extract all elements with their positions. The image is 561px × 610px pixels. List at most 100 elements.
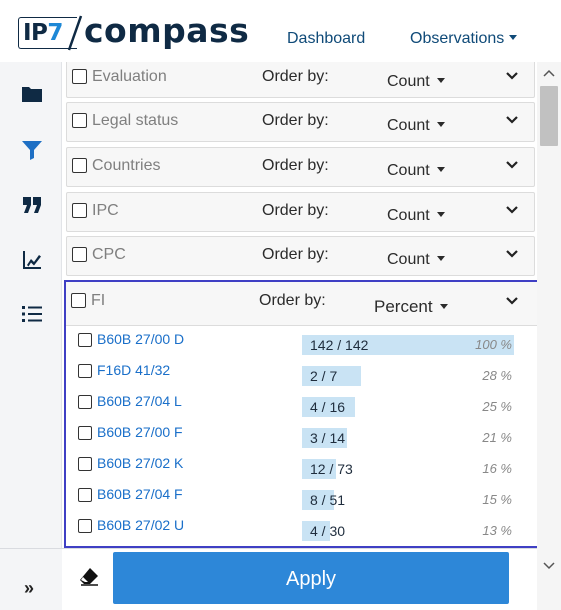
list-icon[interactable] <box>20 302 44 326</box>
sort-select[interactable]: Count <box>387 251 445 269</box>
percent-label: 100 % <box>475 337 512 352</box>
scroll-down-icon[interactable] <box>540 556 558 574</box>
fi-code-link[interactable]: B60B 27/02 U <box>97 517 184 533</box>
count-label: 12 / 73 <box>310 461 353 477</box>
filter-checkbox[interactable] <box>72 203 87 218</box>
chevron-down-icon[interactable] <box>505 294 519 308</box>
filter-fi-expanded: FI Order by: Percent B60B 27/00 D 142 / 1… <box>64 280 546 548</box>
fi-code-link[interactable]: F16D 41/32 <box>97 362 170 378</box>
fi-value-row[interactable]: F16D 41/32 2 / 7 28 % <box>66 359 543 389</box>
filter-legal-status: Legal status Order by: Count <box>66 102 535 142</box>
nav-dashboard-link[interactable]: Dashboard <box>287 30 365 48</box>
order-by-label: Order by: <box>262 112 329 129</box>
order-by-label: Order by: <box>262 157 329 174</box>
caret-down-icon <box>436 256 445 261</box>
caret-down-icon <box>439 304 448 309</box>
filter-name: IPC <box>92 202 119 219</box>
order-by-label: Order by: <box>262 246 329 263</box>
scroll-up-icon[interactable] <box>540 65 558 83</box>
fi-value-row[interactable]: B60B 27/04 F 8 / 51 15 % <box>66 483 543 513</box>
filter-checkbox[interactable] <box>71 293 86 308</box>
filter-checkbox[interactable] <box>72 69 87 84</box>
sort-select[interactable]: Count <box>387 207 445 225</box>
sort-select[interactable]: Count <box>387 73 445 91</box>
order-by-label: Order by: <box>262 202 329 219</box>
left-sidebar <box>0 62 62 610</box>
count-label: 8 / 51 <box>310 492 346 508</box>
folder-icon[interactable] <box>20 82 44 106</box>
sort-select-value: Count <box>387 117 430 134</box>
filter-name: Countries <box>92 157 161 174</box>
logo-slash-icon <box>67 15 83 51</box>
value-checkbox[interactable] <box>78 457 92 471</box>
value-checkbox[interactable] <box>78 488 92 502</box>
filter-icon[interactable] <box>20 138 44 162</box>
filter-countries: Countries Order by: Count <box>66 147 535 187</box>
vertical-scrollbar[interactable] <box>537 62 561 610</box>
percent-label: 16 % <box>482 461 512 476</box>
count-label: 4 / 16 <box>310 399 346 415</box>
nav-observations-dropdown[interactable]: Observations <box>410 30 518 48</box>
caret-down-icon <box>436 212 445 217</box>
quote-icon[interactable] <box>20 193 44 217</box>
count-label: 142 / 142 <box>310 337 369 353</box>
eraser-icon[interactable] <box>78 565 100 587</box>
filter-fi-header: FI Order by: Percent <box>66 282 543 326</box>
chart-edit-icon[interactable] <box>20 248 44 272</box>
double-chevron-right-icon[interactable]: » <box>24 579 34 597</box>
filter-ipc: IPC Order by: Count <box>66 192 535 232</box>
value-checkbox[interactable] <box>78 519 92 533</box>
fi-value-row[interactable]: B60B 27/00 D 142 / 142 100 % <box>66 328 543 358</box>
chevron-down-icon[interactable] <box>505 113 519 127</box>
filter-name: CPC <box>92 246 126 263</box>
sort-select[interactable]: Count <box>387 162 445 180</box>
percent-label: 25 % <box>482 399 512 414</box>
value-checkbox[interactable] <box>78 395 92 409</box>
filter-checkbox[interactable] <box>72 247 87 262</box>
fi-code-link[interactable]: B60B 27/00 D <box>97 331 184 347</box>
value-checkbox[interactable] <box>78 333 92 347</box>
chevron-down-icon[interactable] <box>505 247 519 261</box>
scrollbar-thumb[interactable] <box>540 86 558 146</box>
fi-code-link[interactable]: B60B 27/00 F <box>97 424 183 440</box>
fi-value-row[interactable]: B60B 27/00 F 3 / 14 21 % <box>66 421 543 451</box>
order-by-label: Order by: <box>262 68 329 85</box>
fi-value-row[interactable]: B60B 27/04 L 4 / 16 25 % <box>66 390 543 420</box>
percent-label: 21 % <box>482 430 512 445</box>
fi-value-row[interactable]: B60B 27/02 K 12 / 73 16 % <box>66 452 543 482</box>
chevron-down-icon[interactable] <box>505 158 519 172</box>
count-label: 2 / 7 <box>310 368 338 384</box>
filter-checkbox[interactable] <box>72 158 87 173</box>
caret-down-icon <box>436 167 445 172</box>
filter-checkbox[interactable] <box>72 113 87 128</box>
caret-down-icon <box>509 35 518 40</box>
percent-label: 15 % <box>482 492 512 507</box>
apply-button[interactable]: Apply <box>113 552 509 604</box>
fi-value-row[interactable]: B60B 27/02 U 4 / 30 13 % <box>66 514 543 544</box>
logo-wordmark[interactable]: compass <box>84 11 249 51</box>
filter-name: Legal status <box>92 112 179 129</box>
filter-cpc: CPC Order by: Count <box>66 236 535 276</box>
fi-code-link[interactable]: B60B 27/04 L <box>97 393 182 409</box>
sort-select-value: Count <box>387 73 430 90</box>
fi-code-link[interactable]: B60B 27/04 F <box>97 486 183 502</box>
sort-select-value: Percent <box>374 297 433 316</box>
caret-down-icon <box>436 122 445 127</box>
fi-code-link[interactable]: B60B 27/02 K <box>97 455 183 471</box>
sort-select-value: Count <box>387 207 430 224</box>
value-checkbox[interactable] <box>78 426 92 440</box>
top-navbar: IP7 compass Dashboard Observations <box>0 0 561 62</box>
filter-evaluation: Evaluation Order by: Count <box>66 62 535 98</box>
sort-select[interactable]: Count <box>387 117 445 135</box>
filter-name: Evaluation <box>92 68 167 85</box>
sort-select-value: Count <box>387 162 430 179</box>
chevron-down-icon[interactable] <box>505 69 519 83</box>
value-checkbox[interactable] <box>78 364 92 378</box>
count-label: 3 / 14 <box>310 430 346 446</box>
percent-label: 13 % <box>482 523 512 538</box>
order-by-label: Order by: <box>259 292 326 309</box>
chevron-down-icon[interactable] <box>505 203 519 217</box>
caret-down-icon <box>436 78 445 83</box>
sort-select[interactable]: Percent <box>374 297 448 317</box>
sort-select-value: Count <box>387 251 430 268</box>
